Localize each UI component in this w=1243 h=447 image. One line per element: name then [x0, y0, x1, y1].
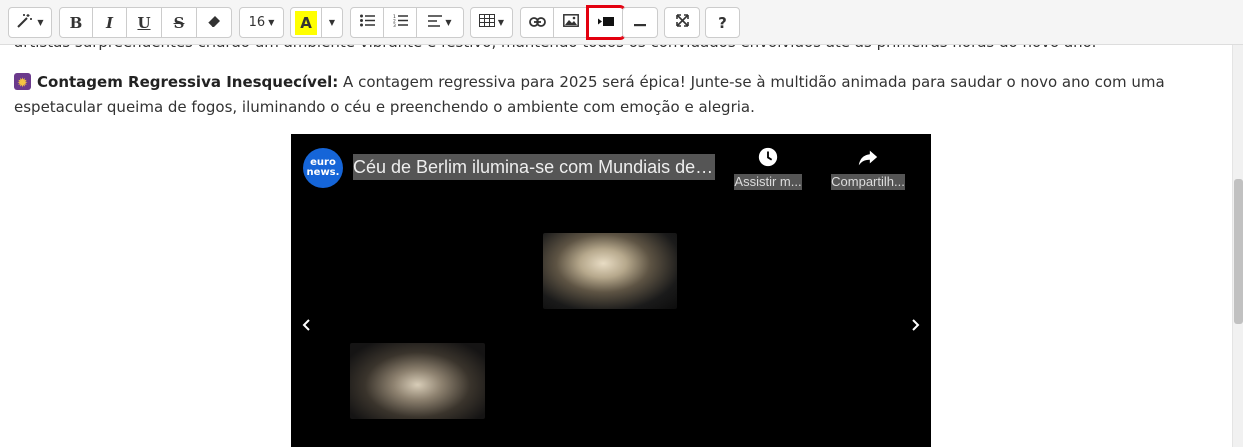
horizontal-line-icon — [634, 15, 646, 31]
insert-image-button[interactable] — [553, 7, 588, 38]
expand-arrows-icon — [675, 14, 689, 31]
highlight-color-button[interactable]: A — [290, 7, 322, 38]
editor-content[interactable]: artistas surpreendentes criarão um ambie… — [0, 0, 1232, 447]
svg-text:3: 3 — [393, 23, 396, 27]
share-arrow-icon — [828, 146, 908, 174]
link-icon — [528, 15, 546, 31]
euronews-logo[interactable]: euro news. — [303, 148, 343, 188]
bullet-list-icon — [359, 14, 375, 31]
chevron-left-icon[interactable] — [295, 310, 319, 340]
font-size-value: 16 — [248, 15, 266, 30]
watch-later-button[interactable]: Assistir m... — [728, 146, 808, 194]
chevron-right-icon[interactable] — [903, 310, 927, 340]
chevron-down-icon: ▼ — [445, 18, 452, 27]
paragraph-heading: Contagem Regressiva Inesquecível: — [37, 73, 339, 91]
fireworks-thumbnail[interactable] — [543, 233, 677, 309]
highlight-color-label: A — [295, 10, 317, 35]
share-button[interactable]: Compartilh... — [828, 146, 908, 194]
italic-button[interactable]: I — [92, 7, 127, 38]
numbered-list-icon: 123 — [393, 14, 408, 31]
magic-wand-icon — [16, 13, 34, 33]
bold-button[interactable]: B — [59, 7, 93, 38]
eraser-icon — [207, 14, 221, 32]
color-dropdown-button[interactable]: ▼ — [321, 7, 343, 38]
clear-format-button[interactable] — [196, 7, 232, 38]
vertical-scrollbar[interactable] — [1232, 45, 1243, 447]
fireworks-emoji-icon — [14, 71, 31, 96]
fullscreen-button[interactable] — [664, 7, 700, 38]
share-label: Compartilh... — [831, 174, 905, 190]
insert-video-button[interactable] — [586, 5, 626, 40]
underline-button[interactable]: U — [126, 7, 162, 38]
chevron-down-icon: ▼ — [497, 18, 505, 27]
video-icon — [598, 15, 614, 31]
table-icon — [478, 14, 495, 31]
chevron-down-icon: ▼ — [37, 18, 44, 27]
numbered-list-button[interactable]: 123 — [383, 7, 417, 38]
paragraph-align-dropdown[interactable]: ▼ — [416, 7, 464, 38]
magic-style-button[interactable]: ▼ — [8, 7, 52, 38]
chevron-down-icon: ▼ — [268, 18, 275, 27]
align-left-icon — [428, 14, 443, 31]
horizontal-rule-button[interactable] — [622, 7, 658, 38]
font-size-dropdown[interactable]: 16 ▼ — [239, 7, 284, 38]
image-icon — [562, 14, 579, 31]
table-dropdown[interactable]: ▼ — [470, 7, 513, 38]
video-title[interactable]: Céu de Berlim ilumina-se com Mundiais de… — [353, 154, 715, 180]
countdown-paragraph: Contagem Regressiva Inesquecível: A cont… — [14, 70, 1224, 120]
clock-icon — [728, 146, 808, 174]
help-button[interactable]: ? — [705, 7, 740, 38]
insert-link-button[interactable] — [520, 7, 554, 38]
fireworks-thumbnail[interactable] — [350, 343, 485, 419]
chevron-down-icon: ▼ — [328, 18, 336, 27]
bullet-list-button[interactable] — [350, 7, 384, 38]
watch-later-label: Assistir m... — [734, 174, 802, 190]
editor-toolbar: ▼ B I U S 16 ▼ A ▼ 123 ▼ ▼ ? — [0, 0, 1243, 45]
strikethrough-button[interactable]: S — [161, 7, 197, 38]
scrollbar-thumb[interactable] — [1234, 179, 1243, 324]
embedded-video-gallery[interactable]: euro news. Céu de Berlim ilumina-se com … — [291, 134, 931, 447]
